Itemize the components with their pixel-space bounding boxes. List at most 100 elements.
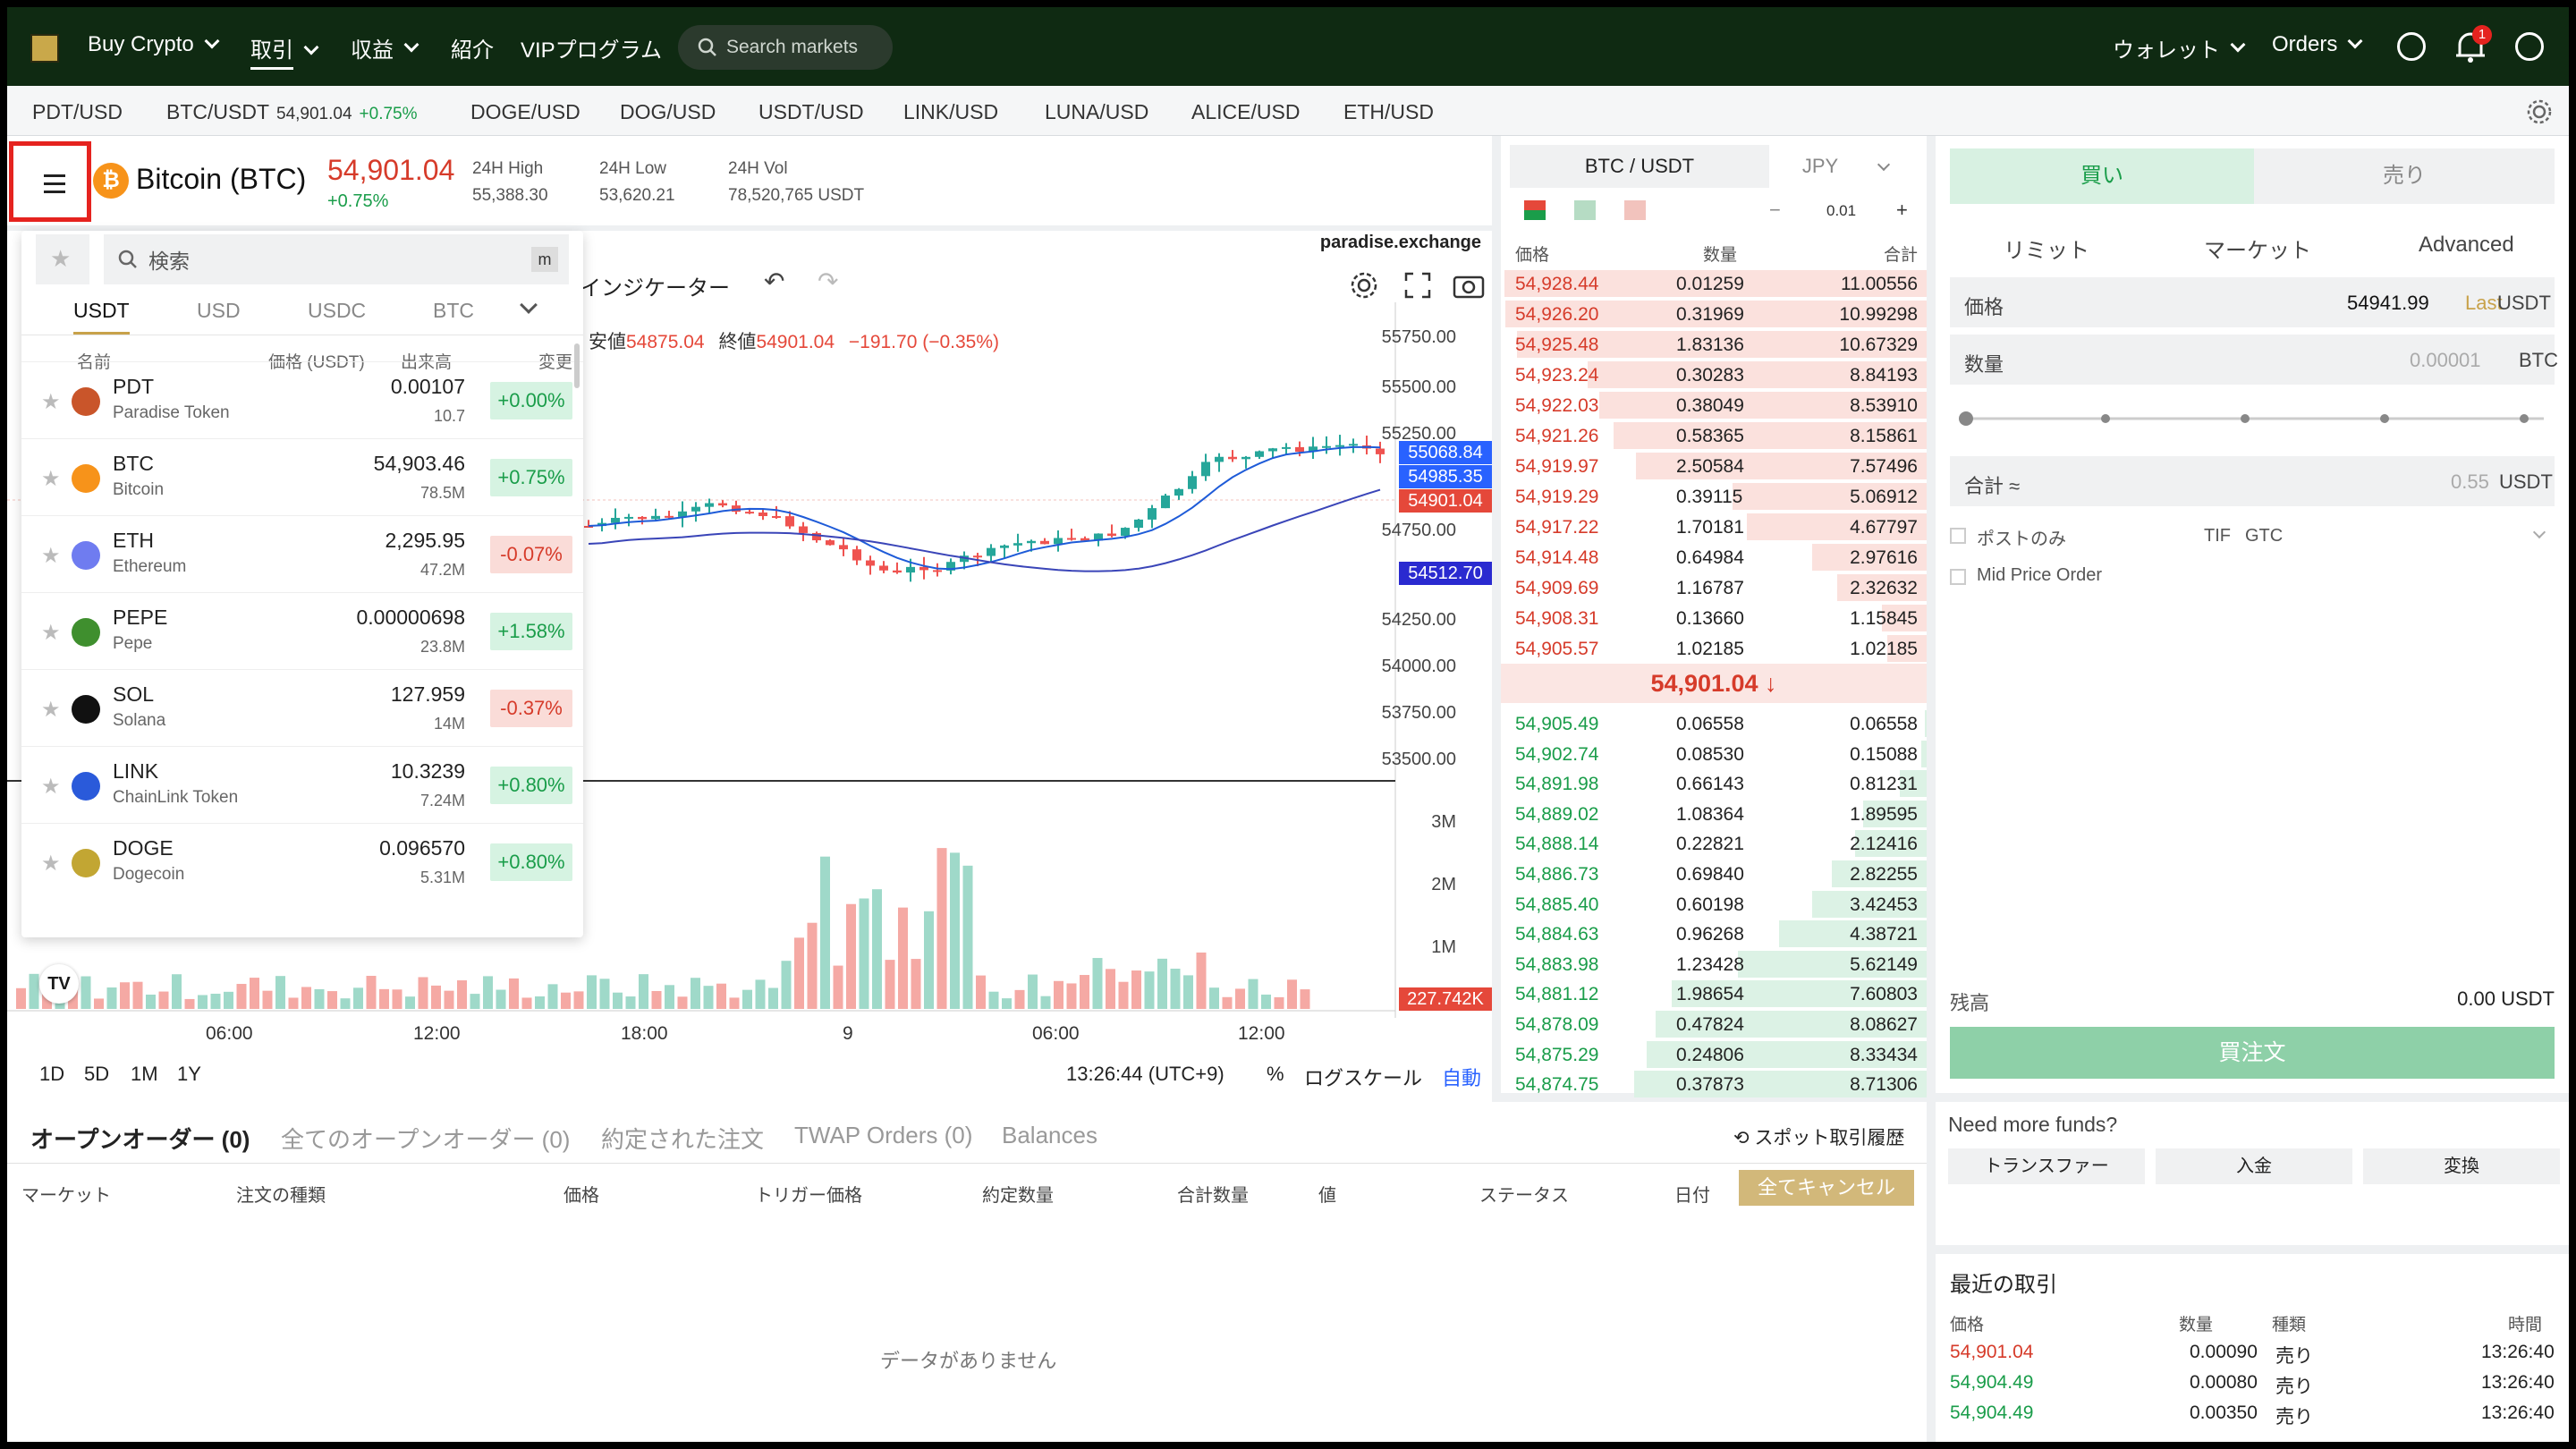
- star-icon[interactable]: ★: [41, 774, 61, 800]
- view-asks-icon[interactable]: [1624, 200, 1646, 220]
- percent-toggle[interactable]: %: [1267, 1063, 1284, 1086]
- tif-select[interactable]: GTC: [2245, 526, 2283, 547]
- ask-row[interactable]: 54,914.48 0.64984 2.97616: [1501, 542, 1927, 572]
- gear-icon[interactable]: [2526, 98, 2553, 125]
- market-search-input[interactable]: 検索 m: [104, 234, 569, 284]
- market-row[interactable]: ★ PEPE Pepe 0.00000698 23.8M +1.58%: [21, 592, 583, 669]
- bid-row[interactable]: 54,881.12 1.98654 7.60803: [1501, 979, 1927, 1009]
- tab-balances[interactable]: Balances: [1002, 1122, 1097, 1149]
- ask-row[interactable]: 54,923.24 0.30283 8.84193: [1501, 360, 1927, 390]
- type-advanced[interactable]: Advanced: [2419, 233, 2514, 258]
- nav-referral[interactable]: 紹介: [451, 32, 494, 64]
- tab-orderbook-pair[interactable]: BTC / USDT: [1510, 145, 1769, 188]
- buy-submit-button[interactable]: 買注文: [1950, 1027, 2555, 1079]
- star-icon[interactable]: ★: [41, 466, 61, 492]
- market-row[interactable]: ★ BTC Bitcoin 54,903.46 78.5M +0.75%: [21, 438, 583, 515]
- ask-row[interactable]: 54,905.57 1.02185 1.02185: [1501, 633, 1927, 664]
- cancel-all-button[interactable]: 全てキャンセル: [1739, 1170, 1914, 1206]
- bid-row[interactable]: 54,891.98 0.66143 0.81231: [1501, 768, 1927, 799]
- tab-filled-orders[interactable]: 約定された注文: [601, 1122, 764, 1155]
- star-icon[interactable]: ★: [41, 697, 61, 723]
- ask-row[interactable]: 54,919.29 0.39115 5.06912: [1501, 481, 1927, 512]
- tick-decrease[interactable]: −: [1769, 199, 1781, 222]
- market-row[interactable]: ★ LINK ChainLink Token 10.3239 7.24M +0.80%: [21, 746, 583, 823]
- market-row[interactable]: ★ PDT Paradise Token 0.00107 10.7 +0.00%: [21, 361, 583, 438]
- search-markets[interactable]: Search markets: [678, 25, 893, 70]
- ask-row[interactable]: 54,921.26 0.58365 8.15861: [1501, 420, 1927, 451]
- ask-row[interactable]: 54,922.03 0.38049 8.53910: [1501, 390, 1927, 420]
- tab-usdc[interactable]: USDC: [308, 299, 366, 323]
- nav-wallet[interactable]: ウォレット: [2113, 32, 2246, 64]
- ask-row[interactable]: 54,917.22 1.70181 4.67797: [1501, 512, 1927, 542]
- bid-row[interactable]: 54,884.63 0.96268 4.38721: [1501, 919, 1927, 949]
- ask-row[interactable]: 54,908.31 0.13660 1.15845: [1501, 603, 1927, 633]
- ticker-tab[interactable]: USDT/USD: [758, 100, 864, 124]
- tab-open-orders[interactable]: オープンオーダー (0): [30, 1122, 250, 1155]
- markets-menu-button[interactable]: [9, 141, 91, 222]
- convert-button[interactable]: 変換: [2363, 1148, 2560, 1184]
- interval-1y[interactable]: 1Y: [177, 1063, 201, 1086]
- ticker-tab[interactable]: LUNA/USD: [1045, 100, 1148, 124]
- col-order-type[interactable]: 注文の種類: [236, 1181, 326, 1207]
- transfer-button[interactable]: トランスファー: [1948, 1148, 2145, 1184]
- nav-vip[interactable]: VIPプログラム: [521, 32, 662, 64]
- ask-row[interactable]: 54,926.20 0.31969 10.99298: [1501, 299, 1927, 329]
- globe-icon[interactable]: [2515, 32, 2544, 61]
- tab-usdt[interactable]: USDT: [73, 299, 130, 335]
- tab-quote-currency[interactable]: JPY: [1769, 145, 1921, 188]
- mid-price-checkbox[interactable]: [1950, 569, 1966, 585]
- bid-row[interactable]: 54,874.75 0.37873 8.71306: [1501, 1069, 1927, 1099]
- post-only-checkbox[interactable]: [1950, 528, 1966, 544]
- tick-increase[interactable]: +: [1896, 199, 1908, 222]
- bid-row[interactable]: 54,878.09 0.47824 8.08627: [1501, 1009, 1927, 1039]
- nav-buy-crypto[interactable]: Buy Crypto: [88, 32, 220, 57]
- bid-row[interactable]: 54,889.02 1.08364 1.89595: [1501, 799, 1927, 829]
- amount-slider[interactable]: [1959, 408, 2549, 429]
- bid-row[interactable]: 54,875.29 0.24806 8.33434: [1501, 1039, 1927, 1070]
- ticker-tab[interactable]: LINK/USD: [903, 100, 998, 124]
- type-limit[interactable]: リミット: [2004, 233, 2089, 264]
- ticker-tab[interactable]: DOG/USD: [620, 100, 716, 124]
- tab-usd[interactable]: USD: [197, 299, 241, 323]
- ticker-tab-active[interactable]: BTC/USDT 54,901.04 +0.75%: [166, 100, 418, 124]
- view-both-icon[interactable]: [1524, 200, 1546, 220]
- scrollbar[interactable]: [574, 343, 580, 388]
- interval-1d[interactable]: 1D: [39, 1063, 64, 1086]
- star-icon[interactable]: ★: [41, 851, 61, 877]
- nav-orders[interactable]: Orders: [2272, 32, 2363, 57]
- chevron-down-icon[interactable]: [520, 296, 538, 314]
- auto-scale-toggle[interactable]: 自動: [1442, 1063, 1481, 1091]
- log-scale-toggle[interactable]: ログスケール: [1304, 1063, 1422, 1091]
- bid-row[interactable]: 54,886.73 0.69840 2.82255: [1501, 859, 1927, 889]
- star-icon[interactable]: ★: [41, 620, 61, 646]
- favorites-filter[interactable]: ★: [36, 234, 89, 284]
- market-row[interactable]: ★ DOGE Dogecoin 0.096570 5.31M +0.80%: [21, 823, 583, 900]
- account-icon[interactable]: [2397, 32, 2426, 61]
- ask-row[interactable]: 54,909.69 1.16787 2.32632: [1501, 572, 1927, 603]
- deposit-button[interactable]: 入金: [2156, 1148, 2352, 1184]
- ask-row[interactable]: 54,919.97 2.50584 7.57496: [1501, 451, 1927, 481]
- spot-history-link[interactable]: ⟲ スポット取引履歴: [1733, 1123, 1904, 1150]
- market-row[interactable]: ★ SOL Solana 127.959 14M -0.37%: [21, 669, 583, 746]
- star-icon[interactable]: ★: [41, 543, 61, 569]
- tab-twap-orders[interactable]: TWAP Orders (0): [794, 1122, 972, 1149]
- bid-row[interactable]: 54,883.98 1.23428 5.62149: [1501, 949, 1927, 979]
- buy-tab[interactable]: 買い: [1950, 148, 2254, 204]
- col-date[interactable]: 日付: [1674, 1181, 1710, 1207]
- market-row[interactable]: ★ ETH Ethereum 2,295.95 47.2M -0.07%: [21, 515, 583, 592]
- interval-1m[interactable]: 1M: [131, 1063, 158, 1086]
- nav-trade[interactable]: 取引: [250, 32, 319, 70]
- pair-name[interactable]: Bitcoin (BTC): [136, 163, 306, 196]
- interval-5d[interactable]: 5D: [84, 1063, 109, 1086]
- ticker-tab[interactable]: PDT/USD: [32, 100, 123, 124]
- tab-btc[interactable]: BTC: [433, 299, 474, 323]
- nav-earn[interactable]: 収益: [351, 32, 419, 64]
- sell-tab[interactable]: 売り: [2254, 148, 2555, 204]
- view-bids-icon[interactable]: [1574, 200, 1596, 220]
- type-market[interactable]: マーケット: [2204, 233, 2311, 264]
- bid-row[interactable]: 54,888.14 0.22821 2.12416: [1501, 828, 1927, 859]
- quantity-field[interactable]: 数量 0.00001 BTC: [1950, 335, 2558, 385]
- ask-row[interactable]: 54,928.44 0.01259 11.00556: [1501, 268, 1927, 299]
- bid-row[interactable]: 54,905.49 0.06558 0.06558: [1501, 708, 1927, 739]
- ticker-tab[interactable]: ETH/USD: [1343, 100, 1434, 124]
